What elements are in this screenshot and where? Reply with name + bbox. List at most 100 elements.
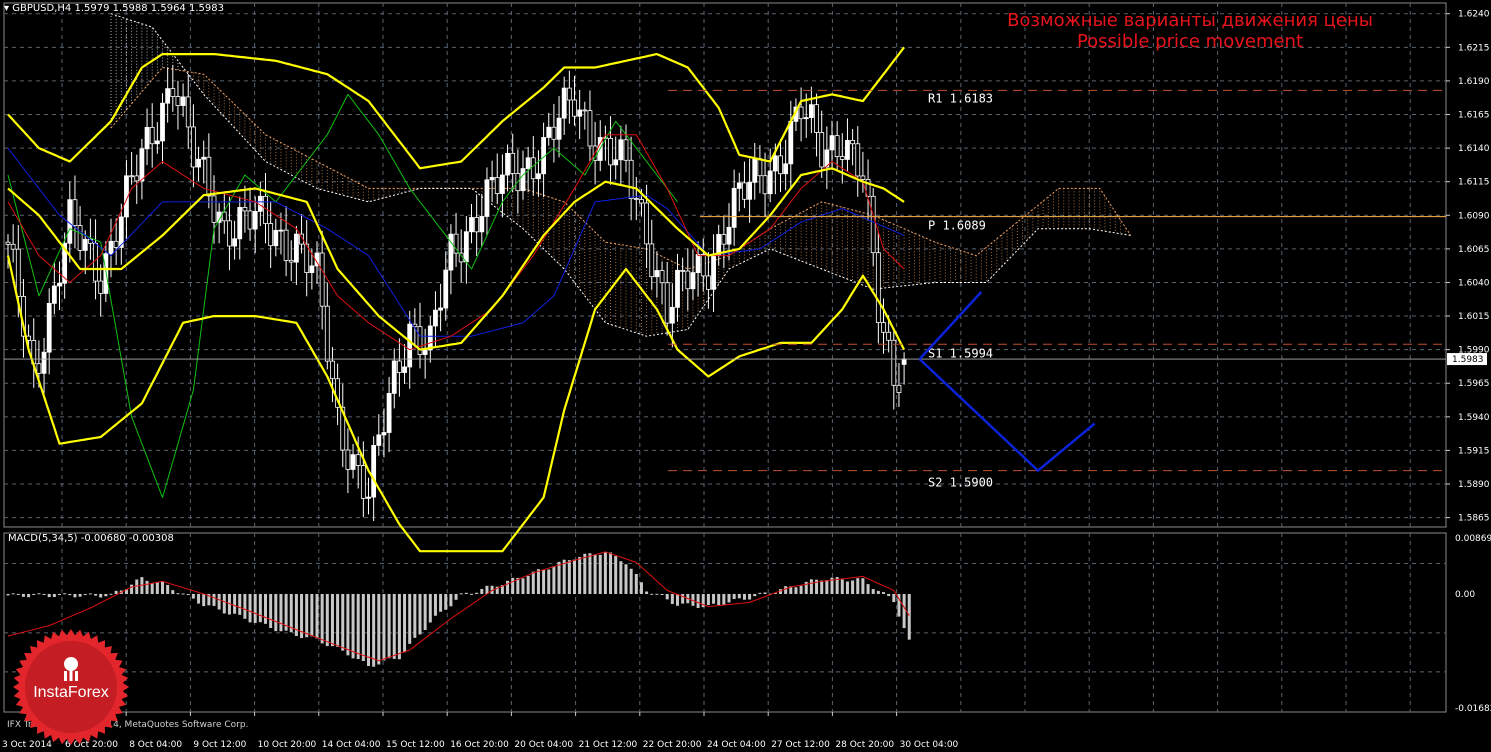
macd-bar: [480, 588, 484, 594]
candle-body: [546, 126, 552, 138]
triangle-down-icon[interactable]: ▾: [4, 3, 9, 14]
macd-bar: [367, 593, 370, 667]
candle-body: [685, 270, 691, 290]
candle-body: [82, 238, 88, 251]
macd-bar: [676, 593, 679, 606]
macd-bar: [809, 579, 813, 594]
candle-body: [572, 99, 577, 117]
time-tick-label: 8 Oct 04:00: [129, 740, 182, 750]
pivot-s1-label: S1 1.5994: [928, 346, 993, 360]
candle-body: [742, 182, 747, 200]
macd-bar: [475, 592, 479, 594]
macd-bar: [706, 593, 710, 605]
candle-body: [505, 152, 510, 176]
candle-body: [443, 269, 449, 309]
macd-bar: [150, 583, 154, 594]
macd-bar: [763, 592, 767, 594]
macd-bar: [264, 593, 267, 624]
macd-bar: [42, 593, 46, 595]
overlay-title-ru: Возможные варианты движения цены: [1007, 10, 1373, 31]
macd-bar: [191, 593, 195, 599]
instaforex-logo[interactable]: InstaForex: [12, 628, 130, 746]
macd-bar: [78, 593, 82, 597]
candle-body: [433, 309, 438, 327]
candle-body: [834, 135, 840, 157]
macd-bar: [639, 582, 643, 594]
candle-body: [809, 104, 814, 118]
macd-bar: [27, 593, 31, 598]
macd-bar: [567, 560, 571, 594]
time-tick-label: 24 Oct 04:00: [707, 740, 766, 750]
candle-body: [319, 252, 325, 307]
candle-body: [232, 238, 238, 247]
symbol-label[interactable]: ▾ GBPUSD,H4 1.5979 1.5988 1.5964 1.5983: [4, 3, 224, 14]
candle-body: [706, 275, 711, 290]
candle-body: [829, 135, 835, 151]
macd-bar: [341, 593, 345, 651]
candle-body: [113, 240, 119, 248]
candle-body: [129, 175, 135, 178]
candle-body: [190, 126, 196, 168]
macd-bar: [459, 593, 463, 595]
macd-bar: [336, 593, 340, 647]
candle-body: [736, 182, 742, 189]
macd-bar: [233, 593, 237, 614]
candle-body: [494, 177, 500, 194]
macd-bar: [547, 569, 551, 594]
macd-bar: [856, 578, 860, 594]
candle-body: [427, 325, 433, 351]
candle-body: [288, 259, 294, 263]
time-tick-label: 16 Oct 20:00: [450, 740, 509, 750]
time-tick-label: 20 Oct 04:00: [514, 740, 573, 750]
macd-bar: [712, 593, 716, 604]
candle-body: [628, 159, 634, 199]
candle-body: [268, 223, 274, 247]
candle-body: [886, 331, 892, 341]
candle-body: [330, 360, 335, 380]
macd-bar: [258, 593, 262, 623]
candle-body: [690, 272, 696, 290]
candle-body: [711, 255, 716, 290]
candle-body: [510, 152, 516, 174]
candle-body: [227, 220, 232, 247]
candle-body: [371, 444, 377, 498]
macd-bar: [609, 552, 613, 594]
candle-body: [72, 199, 78, 226]
candle-body: [366, 496, 371, 499]
macd-bar: [320, 593, 324, 644]
macd-bar: [634, 573, 638, 594]
macd-bar: [423, 593, 427, 630]
candle-body: [499, 174, 505, 194]
candle-body: [530, 157, 536, 180]
candle-body: [757, 158, 763, 177]
candle-body: [474, 217, 480, 233]
macd-bar: [536, 569, 540, 594]
macd-bar: [315, 593, 319, 639]
macd-bar: [397, 593, 401, 660]
candle-body: [309, 265, 315, 274]
candle-body: [664, 282, 670, 324]
macd-bar: [655, 593, 659, 595]
macd-bar: [176, 593, 180, 595]
candle-body: [293, 233, 299, 263]
candle-body: [731, 187, 737, 228]
macd-bar: [449, 593, 453, 607]
macd-bar: [325, 593, 329, 647]
candle-body: [783, 163, 789, 175]
macd-bar: [418, 593, 422, 635]
candle-body: [654, 270, 660, 278]
candle-body: [896, 384, 902, 393]
candle-body: [798, 106, 804, 120]
price-tick-label: 1.6115: [1458, 178, 1490, 188]
candle-body: [839, 156, 845, 160]
price-tick-label: 1.5865: [1458, 514, 1490, 524]
macd-bar: [83, 593, 87, 595]
macd-bar: [248, 593, 252, 623]
candle-body: [93, 242, 98, 282]
macd-bar: [887, 593, 891, 597]
candle-body: [196, 158, 201, 168]
macd-bar: [521, 578, 525, 594]
candle-body: [644, 202, 649, 245]
macd-bar: [464, 592, 468, 594]
macd-bar: [882, 592, 885, 594]
